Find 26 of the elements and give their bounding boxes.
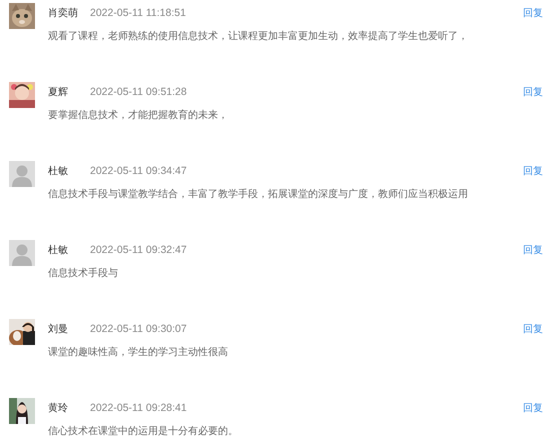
- comment-text: 观看了课程，老师熟练的使用信息技术，让课程更加丰富更加生动，效率提高了学生也爱听了，: [48, 31, 469, 43]
- user-name: 黄玲: [48, 402, 69, 415]
- comment-time: 2022-05-11 09:51:28: [90, 86, 188, 98]
- comment-time: 2022-05-11 09:32:47: [90, 244, 188, 256]
- comment-time: 2022-05-11 09:34:47: [90, 165, 188, 177]
- comment-text: 信息技术手段与课堂教学结合，丰富了教学手段，拓展课堂的深度与广度，教师们应当积极运用: [48, 189, 469, 201]
- reply-link[interactable]: 回复: [523, 164, 543, 178]
- comment-text: 要掌握信息技术，才能把握教育的未来，: [48, 110, 229, 122]
- reply-link[interactable]: 回复: [523, 322, 543, 336]
- user-name: 杜敏: [48, 244, 69, 257]
- comment-text: 信息技术手段与: [48, 268, 119, 280]
- reply-link[interactable]: 回复: [523, 85, 543, 99]
- comment-time: 2022-05-11 09:30:07: [90, 323, 188, 335]
- comment-time: 2022-05-11 09:28:41: [90, 402, 188, 414]
- user-name: 肖奕萌: [48, 6, 79, 20]
- user-name: 杜敏: [48, 164, 69, 178]
- comment-text: 课堂的趣味性高，学生的学习主动性很高: [48, 347, 229, 359]
- reply-link[interactable]: 回复: [523, 6, 543, 20]
- user-name: 夏辉: [48, 86, 69, 99]
- user-name: 刘曼: [48, 322, 69, 336]
- reply-link[interactable]: 回复: [523, 243, 543, 257]
- comment-text: 信心技术在课堂中的运用是十分有必要的。: [48, 426, 239, 438]
- reply-link[interactable]: 回复: [523, 401, 543, 415]
- avatar-icon: [9, 161, 35, 187]
- avatar-icon: [9, 240, 35, 266]
- comment-time: 2022-05-11 11:18:51: [90, 7, 187, 19]
